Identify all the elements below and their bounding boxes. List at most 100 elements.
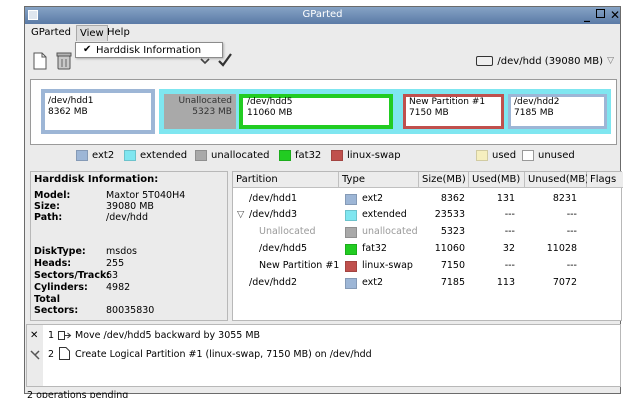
legend-item: fat32 xyxy=(279,150,321,161)
cell-partition: /dev/hdd1 xyxy=(249,193,298,204)
legend-item: linux-swap xyxy=(331,150,401,161)
checkmark-icon: ✔ xyxy=(83,44,92,55)
type-swatch xyxy=(345,227,357,238)
legend-item: extended xyxy=(124,150,187,161)
column-header-unused[interactable]: Unused(MB) xyxy=(525,172,589,188)
graph-partition-size: 8362 MB xyxy=(48,107,88,117)
cell-type: extended xyxy=(362,209,407,220)
cell-unused: --- xyxy=(566,260,577,271)
operation-text: Create Logical Partition #1 (linux-swap,… xyxy=(75,349,372,360)
cell-partition: /dev/hdd2 xyxy=(249,277,298,288)
delete-icon[interactable] xyxy=(56,52,72,70)
new-icon[interactable] xyxy=(33,52,47,70)
cell-partition: /dev/hdd3 xyxy=(249,209,298,220)
cell-type: ext2 xyxy=(362,193,384,204)
graph-partition-new-1[interactable]: New Partition #1 7150 MB xyxy=(403,94,504,129)
graph-partition-hdd2[interactable]: /dev/hdd2 7185 MB xyxy=(508,94,607,129)
cell-used: 113 xyxy=(496,277,515,288)
menu-gparted[interactable]: GParted xyxy=(31,27,71,38)
legend-item: unallocated xyxy=(195,150,270,161)
cell-size: 7150 xyxy=(440,260,465,271)
partition-graph: /dev/hdd1 8362 MB Unallocated 5323 MB /d… xyxy=(30,79,617,145)
legend-swatch xyxy=(331,150,343,161)
dropdown-triangle-icon: ▽ xyxy=(607,56,614,66)
graph-unallocated[interactable]: Unallocated 5323 MB xyxy=(164,94,236,129)
graph-partition-name: /dev/hdd5 xyxy=(247,97,293,107)
graph-partition-name: /dev/hdd2 xyxy=(514,97,560,107)
cell-size: 5323 xyxy=(440,226,465,237)
info-cylinders: Cylinders: 4982 xyxy=(34,282,131,293)
graph-partition-hdd5[interactable]: /dev/hdd5 11060 MB xyxy=(239,94,393,129)
legend-swatch xyxy=(195,150,207,161)
graph-partition-size: 7150 MB xyxy=(409,108,449,118)
harddisk-icon xyxy=(476,56,494,66)
cell-size: 8362 xyxy=(440,193,465,204)
device-selector-label: /dev/hdd (39080 MB) xyxy=(497,55,604,67)
cell-used: --- xyxy=(504,209,515,220)
cell-partition: /dev/hdd5 xyxy=(259,243,308,254)
operation-number: 2 xyxy=(48,349,55,360)
cell-size: 23533 xyxy=(434,209,465,220)
title-bar[interactable]: GParted _ ✕ xyxy=(25,7,620,24)
info-disktype: DiskType: msdos xyxy=(34,246,137,257)
cell-type: linux-swap xyxy=(362,260,413,271)
harddisk-info-heading: Harddisk Information: xyxy=(34,174,159,185)
cell-partition: New Partition #1 xyxy=(259,260,340,271)
type-swatch xyxy=(345,244,357,255)
status-text: 2 operations pending xyxy=(27,390,129,398)
graph-partition-hdd1[interactable]: /dev/hdd1 8362 MB xyxy=(41,89,155,134)
device-selector[interactable]: /dev/hdd (39080 MB) ▽ xyxy=(476,52,614,70)
partition-table: Partition Type Size(MB) Used(MB) Unused(… xyxy=(232,171,623,321)
menu-bar: GParted View Help xyxy=(25,24,620,42)
view-menu-dropdown: ✔ Harddisk Information xyxy=(75,42,223,58)
cell-partition: Unallocated xyxy=(259,226,316,237)
window-title: GParted xyxy=(302,9,343,20)
info-path: Path:/dev/hdd xyxy=(34,212,148,223)
minimize-icon[interactable]: _ xyxy=(584,8,590,22)
cell-type: unallocated xyxy=(362,226,418,237)
operations-sidebar: ✕ xyxy=(27,325,43,386)
column-header-used[interactable]: Used(MB) xyxy=(469,172,525,188)
type-swatch xyxy=(345,194,357,205)
apply-operations-icon[interactable] xyxy=(29,349,41,361)
type-swatch xyxy=(345,261,357,272)
create-operation-icon xyxy=(59,347,70,360)
info-model: Model: Maxtor 5T040H4 xyxy=(34,190,186,201)
menu-help[interactable]: Help xyxy=(107,27,130,38)
graph-partition-name: New Partition #1 xyxy=(409,97,486,107)
info-size: Size: 39080 MB xyxy=(34,201,154,212)
type-swatch xyxy=(345,278,357,289)
info-heads: Heads: 255 xyxy=(34,258,125,269)
legend-swatch xyxy=(476,150,488,161)
column-header-type[interactable]: Type xyxy=(339,172,419,188)
menu-view[interactable]: View xyxy=(76,25,108,41)
cell-used: 131 xyxy=(496,193,515,204)
cell-size: 11060 xyxy=(434,243,465,254)
legend-item: unused xyxy=(522,150,575,161)
graph-partition-name: /dev/hdd1 xyxy=(48,96,94,106)
status-bar: 2 operations pending xyxy=(25,390,620,398)
gparted-window: GParted _ ✕ GParted View Help ✔ Harddisk… xyxy=(24,6,623,398)
cell-used: --- xyxy=(504,260,515,271)
maximize-icon[interactable] xyxy=(596,9,605,18)
column-header-flags[interactable]: Flags xyxy=(587,172,623,188)
graph-partition-name: Unallocated xyxy=(178,96,232,106)
column-header-size[interactable]: Size(MB) xyxy=(419,172,469,188)
undo-arrow-icon[interactable] xyxy=(200,57,210,67)
legend-swatch xyxy=(76,150,88,161)
legend-swatch xyxy=(279,150,291,161)
legend: ext2 extended unallocated fat32 linux-sw… xyxy=(30,148,617,165)
close-icon[interactable]: ✕ xyxy=(610,8,620,22)
menu-item-harddisk-information[interactable]: Harddisk Information xyxy=(96,45,201,56)
cell-unused: 8231 xyxy=(552,193,577,204)
cell-unused: --- xyxy=(566,209,577,220)
column-header-partition[interactable]: Partition xyxy=(233,172,339,188)
harddisk-info-panel: Harddisk Information: Model: Maxtor 5T040… xyxy=(30,171,228,321)
legend-item: ext2 xyxy=(76,150,114,161)
info-total-sectors: Total Sectors: 80035830 xyxy=(34,294,155,316)
cell-size: 7185 xyxy=(440,277,465,288)
operation-text: Move /dev/hdd5 backward by 3055 MB xyxy=(75,330,261,341)
info-sectors-per-track: Sectors/Track:63 xyxy=(34,270,119,281)
clear-operations-icon[interactable]: ✕ xyxy=(30,330,38,341)
expander-triangle-icon[interactable]: ▽ xyxy=(237,209,244,220)
